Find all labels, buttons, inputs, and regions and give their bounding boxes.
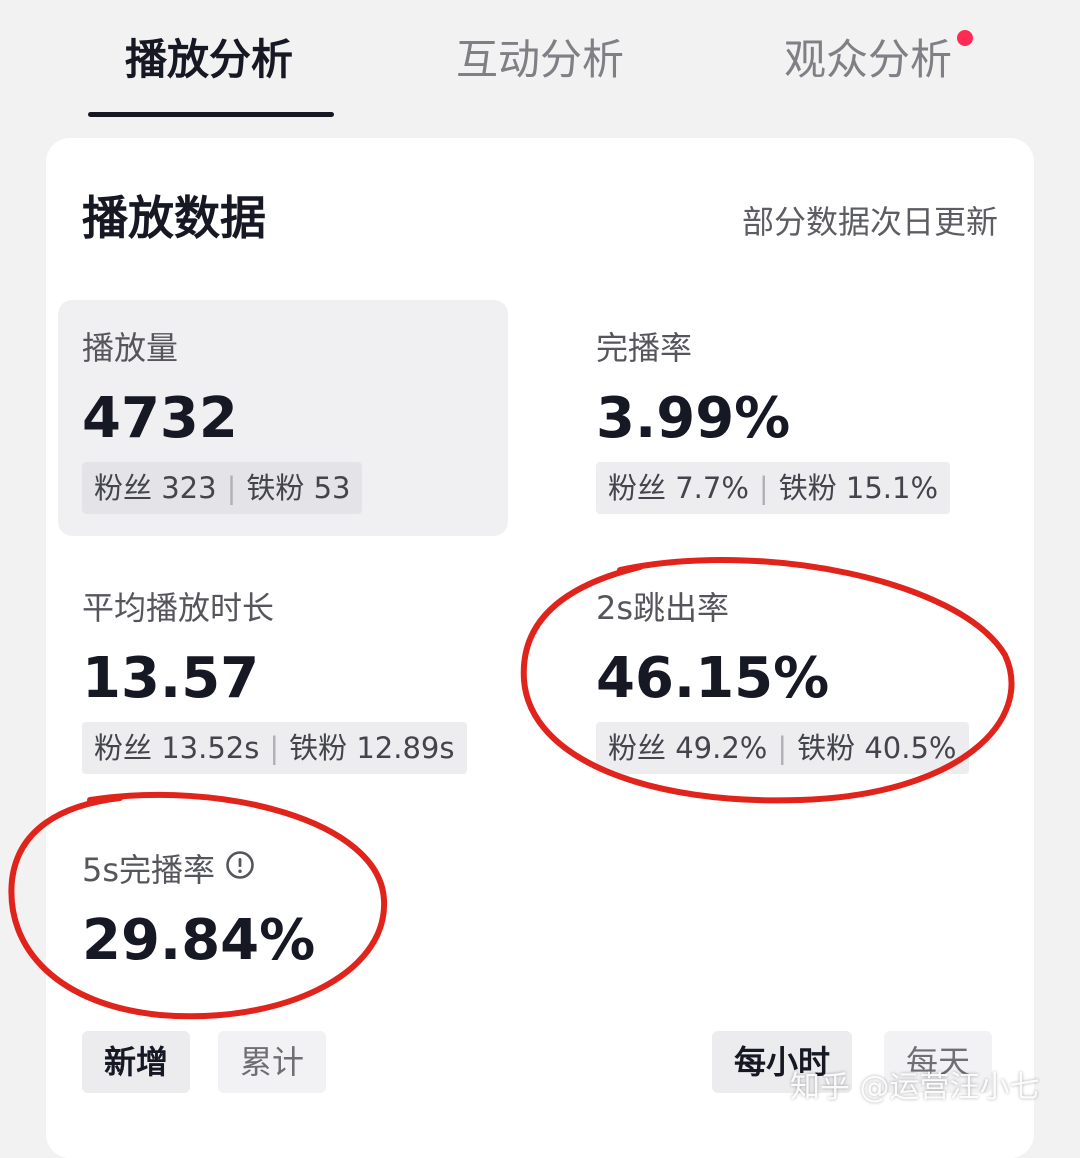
metric-label: 2s跳出率 (596, 589, 730, 627)
metric-label: 播放量 (82, 329, 179, 367)
tab-bar: 播放分析 互动分析 观众分析 (0, 0, 1080, 120)
metric-label: 平均播放时长 (82, 589, 275, 627)
metric-value: 13.57 (82, 646, 260, 711)
tab-interaction-analysis[interactable]: 互动分析 (456, 30, 624, 90)
tab-play-analysis[interactable]: 播放分析 (125, 30, 293, 90)
fans-value: 粉丝 323 (94, 471, 217, 505)
active-tab-indicator (88, 112, 334, 117)
metric-breakdown: 粉丝 13.52s | 铁粉 12.89s (82, 722, 467, 774)
iron-fans-value: 铁粉 53 (246, 471, 351, 505)
fans-value: 粉丝 7.7% (608, 471, 749, 505)
watermark: 知乎 @运营汪小七 (790, 1070, 1040, 1105)
toggle-cumulative[interactable]: 累计 (218, 1031, 327, 1093)
metric-breakdown: 粉丝 49.2% | 铁粉 40.5% (596, 722, 969, 774)
metric-2s-bounce-rate[interactable]: 2s跳出率 46.15% 粉丝 49.2% | 铁粉 40.5% (572, 560, 1012, 780)
iron-fans-value: 铁粉 12.89s (289, 731, 455, 765)
metric-value: 46.15% (596, 646, 830, 711)
tab-audience-analysis[interactable]: 观众分析 (784, 30, 952, 90)
metric-value: 3.99% (596, 386, 791, 451)
fans-value: 粉丝 13.52s (94, 731, 260, 765)
metric-value: 4732 (82, 386, 238, 451)
metric-completion-rate[interactable]: 完播率 3.99% 粉丝 7.7% | 铁粉 15.1% (572, 300, 1012, 536)
metric-breakdown: 粉丝 7.7% | 铁粉 15.1% (596, 462, 951, 514)
notification-dot (957, 30, 973, 46)
iron-fans-value: 铁粉 40.5% (797, 731, 957, 765)
metric-plays[interactable]: 播放量 4732 粉丝 323 | 铁粉 53 (58, 300, 508, 536)
play-data-card: 播放数据 部分数据次日更新 播放量 4732 粉丝 323 | 铁粉 53 完播率 … (46, 138, 1034, 1158)
metric-label-row: 5s完播率 (82, 848, 255, 892)
fans-value: 粉丝 49.2% (608, 731, 768, 765)
iron-fans-value: 铁粉 15.1% (778, 471, 939, 505)
metric-avg-play-duration[interactable]: 平均播放时长 13.57 粉丝 13.52s | 铁粉 12.89s (58, 560, 518, 780)
metric-label: 5s完播率 (82, 851, 216, 889)
card-title: 播放数据 (82, 191, 266, 245)
metric-breakdown: 粉丝 323 | 铁粉 53 (82, 462, 363, 514)
update-note: 部分数据次日更新 (741, 203, 998, 241)
metric-value: 29.84% (82, 908, 316, 973)
toggle-new[interactable]: 新增 (82, 1031, 191, 1093)
metric-5s-completion-rate[interactable]: 5s完播率 29.84% (58, 822, 518, 982)
metric-label: 完播率 (596, 329, 693, 367)
info-circle-icon[interactable] (225, 847, 255, 891)
